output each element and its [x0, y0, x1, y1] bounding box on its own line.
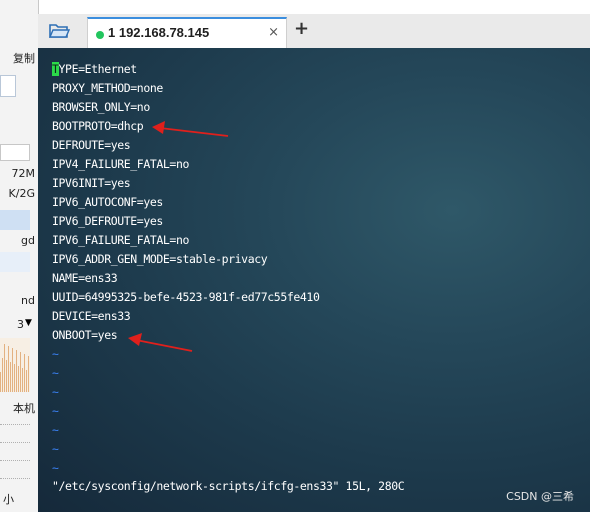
graph-bar [12, 348, 13, 392]
local-label[interactable]: 本机 [13, 400, 35, 416]
graph-bar [6, 360, 7, 392]
watermark: CSDN @三希 [506, 490, 574, 503]
sidebar-input[interactable] [0, 75, 16, 97]
sidebar-field[interactable] [0, 144, 30, 161]
annotation-arrows [128, 121, 229, 352]
left-sidebar: 复制 72M K/2G gd nd 3 ▼ 本机 小 [0, 0, 39, 512]
empty-line-tilde: ~ [52, 366, 59, 380]
graph-bar [14, 364, 15, 392]
tab-label: 1 192.168.78.145 [108, 25, 210, 40]
size-label-2: K/2G [8, 187, 35, 200]
sidebar-selected-row[interactable] [0, 210, 30, 230]
connection-status-dot [96, 31, 104, 39]
sidebar-item-1[interactable]: gd [21, 234, 35, 247]
copy-label[interactable]: 复制 [13, 50, 35, 66]
graph-bar [24, 354, 25, 392]
terminal-line: IPV6INIT=yes [52, 176, 131, 190]
terminal-line: IPV6_ADDR_GEN_MODE=stable-privacy [52, 252, 268, 266]
terminal-line: NAME=ens33 [52, 271, 118, 285]
graph-bar [20, 352, 21, 392]
terminal-line: IPV6_DEFROUTE=yes [52, 214, 163, 228]
vim-status-line: "/etc/sysconfig/network-scripts/ifcfg-en… [52, 479, 405, 493]
terminal-line: IPV4_FAILURE_FATAL=no [52, 157, 189, 171]
empty-line-tilde: ~ [52, 404, 59, 418]
sidebar-item-2[interactable]: nd [21, 294, 35, 307]
tab-session-1[interactable]: 1 192.168.78.145 × [87, 17, 287, 48]
graph-bar [2, 358, 3, 392]
terminal-line: BROWSER_ONLY=no [52, 100, 150, 114]
graph-bar [22, 368, 23, 392]
divider [0, 478, 30, 479]
terminal-line: DEVICE=ens33 [52, 309, 131, 323]
dropdown-value[interactable]: 3 [17, 318, 24, 331]
graph-bar [0, 372, 1, 392]
sidebar-row[interactable] [0, 252, 30, 272]
terminal-line: PROXY_METHOD=none [52, 81, 163, 95]
divider [0, 442, 30, 443]
dropdown-arrow-icon[interactable]: ▼ [25, 318, 32, 328]
size-label-1: 72M [11, 167, 36, 180]
arrow-icon [152, 121, 229, 137]
terminal-line: IPV6_AUTOCONF=yes [52, 195, 163, 209]
folder-icon[interactable] [48, 21, 70, 41]
graph-bar [10, 362, 11, 392]
arrow-icon [128, 333, 193, 352]
plus-icon[interactable]: + [294, 18, 309, 39]
graph-bar [26, 370, 27, 392]
close-icon[interactable]: × [268, 25, 279, 40]
empty-line-tilde: ~ [52, 347, 59, 361]
divider [0, 460, 30, 461]
graph-bar [4, 344, 5, 392]
terminal[interactable]: TYPE=Ethernet PROXY_METHOD=none BROWSER_… [38, 48, 590, 512]
small-label: 小 [3, 493, 14, 506]
graph-bar [8, 346, 9, 392]
terminal-line: IPV6_FAILURE_FATAL=no [52, 233, 189, 247]
empty-line-tilde: ~ [52, 442, 59, 456]
usage-graph [0, 338, 30, 392]
terminal-line: DEFROUTE=yes [52, 138, 131, 152]
graph-bar [18, 366, 19, 392]
graph-bar [28, 356, 29, 392]
graph-bar [16, 350, 17, 392]
empty-line-tilde: ~ [52, 461, 59, 475]
terminal-line: ONBOOT=yes [52, 328, 118, 342]
empty-line-tilde: ~ [52, 423, 59, 437]
empty-line-tilde: ~ [52, 385, 59, 399]
terminal-line: UUID=64995325-befe-4523-981f-ed77c55fe41… [52, 290, 320, 304]
tab-bar: 1 192.168.78.145 × + [38, 14, 590, 49]
divider [0, 424, 30, 425]
terminal-line: BOOTPROTO=dhcp [52, 119, 144, 133]
terminal-line: TYPE=Ethernet [52, 62, 137, 76]
